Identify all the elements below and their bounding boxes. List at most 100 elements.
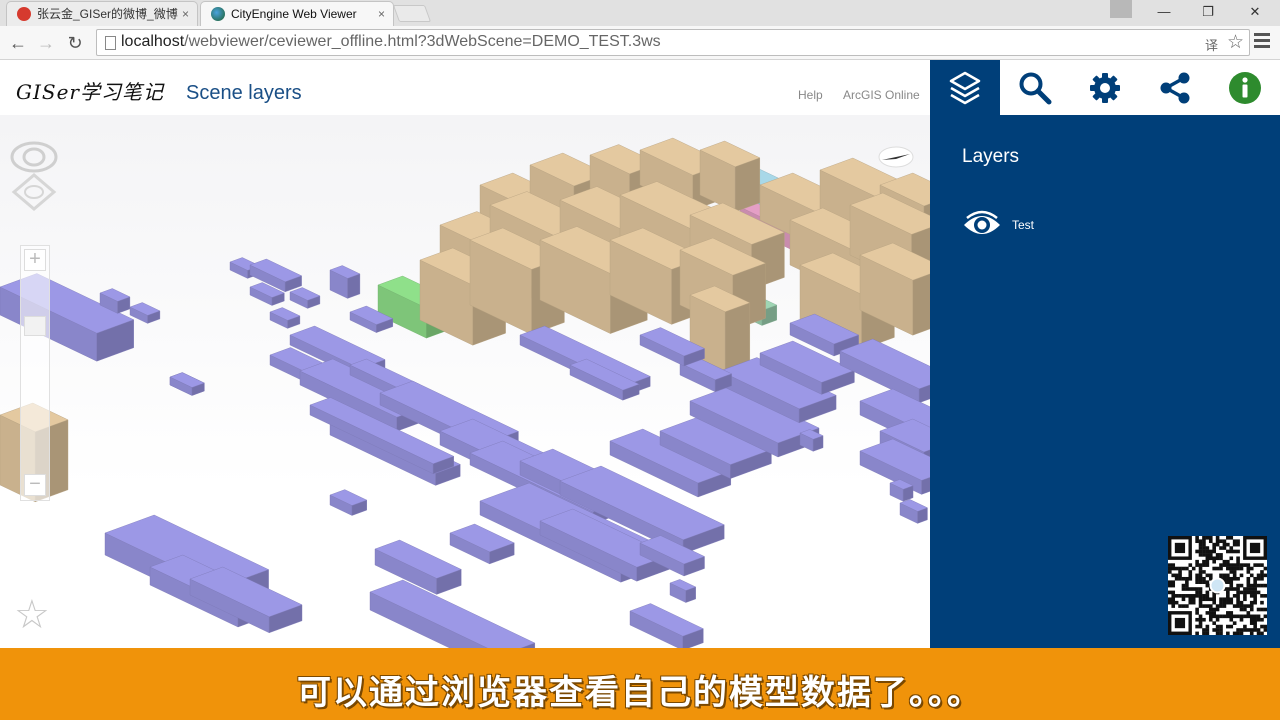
qr-module <box>1249 566 1254 571</box>
qr-module <box>1185 566 1189 571</box>
qr-module <box>1260 631 1264 635</box>
qr-module <box>1188 570 1193 574</box>
qr-module <box>1219 628 1223 632</box>
qr-module <box>1249 600 1254 605</box>
qr-module <box>1212 594 1216 598</box>
tab-info[interactable] <box>1210 60 1280 115</box>
qr-module <box>1260 583 1264 588</box>
qr-module <box>1205 553 1210 557</box>
qr-module <box>1246 628 1251 632</box>
city-3d-scene[interactable] <box>0 115 930 648</box>
globe-favicon-icon <box>211 7 225 21</box>
close-window-button[interactable]: ✕ <box>1233 0 1277 26</box>
qr-module <box>1236 604 1240 608</box>
qr-module <box>1232 539 1237 544</box>
qr-module <box>1198 604 1203 608</box>
qr-module <box>1222 597 1227 602</box>
qr-module <box>1232 573 1237 578</box>
qr-module <box>1236 614 1240 619</box>
qr-module <box>1256 563 1261 567</box>
qr-module <box>1246 614 1251 619</box>
back-button[interactable]: ← <box>6 31 30 55</box>
layer-list-item[interactable]: Test <box>962 210 1034 240</box>
minimize-button[interactable]: — <box>1142 0 1186 26</box>
qr-module <box>1253 597 1257 602</box>
browser-tab-cityengine[interactable]: CityEngine Web Viewer × <box>200 1 394 26</box>
qr-module <box>1208 573 1213 578</box>
url-text[interactable]: localhost/webviewer/ceviewer_offline.htm… <box>121 33 661 51</box>
qr-module <box>1232 587 1237 591</box>
tab-search[interactable] <box>1000 60 1070 115</box>
tab-close-icon[interactable]: × <box>378 2 385 26</box>
qr-module <box>1226 590 1230 595</box>
orbit-control-icon[interactable] <box>10 137 60 217</box>
qr-module <box>1256 614 1261 619</box>
profile-icon[interactable] <box>1110 0 1132 18</box>
browser-tab-weibo[interactable]: 张云金_GISer的微博_微博 × <box>6 1 198 26</box>
zoom-slider[interactable]: + − <box>20 245 50 501</box>
scene-viewport[interactable]: + − ☆ <box>0 115 930 648</box>
tab-close-icon[interactable]: × <box>182 2 189 26</box>
qr-module <box>1205 628 1210 632</box>
qr-module <box>1205 559 1210 564</box>
eye-visibility-icon[interactable] <box>962 210 1002 240</box>
qr-module <box>1226 597 1230 602</box>
qr-module <box>1202 549 1206 554</box>
qr-module <box>1174 566 1179 571</box>
qr-finder <box>1174 542 1186 554</box>
qr-module <box>1239 583 1244 588</box>
forward-button[interactable]: → <box>34 31 58 55</box>
qr-module <box>1249 631 1254 635</box>
tab-layers[interactable] <box>930 60 1000 115</box>
zoom-slider-handle[interactable] <box>24 316 46 336</box>
tab-share[interactable] <box>1140 60 1210 115</box>
subtitle-bar: 可以通过浏览器查看自己的模型数据了。。。 <box>0 648 1280 720</box>
restore-button[interactable]: ❐ <box>1186 0 1230 26</box>
qr-module <box>1232 604 1237 608</box>
qr-module <box>1202 576 1206 581</box>
arcgis-online-link[interactable]: ArcGIS Online <box>843 88 920 102</box>
qr-module <box>1249 590 1254 595</box>
qr-module <box>1215 624 1220 629</box>
qr-module <box>1188 563 1193 567</box>
qr-module <box>1171 590 1176 595</box>
qr-module <box>1260 607 1264 612</box>
address-bar[interactable]: localhost/webviewer/ceviewer_offline.htm… <box>96 29 1250 56</box>
qr-module <box>1253 590 1257 595</box>
compass-icon[interactable] <box>876 145 916 169</box>
qr-module <box>1236 594 1240 598</box>
browser-tab-strip: 张云金_GISer的微博_微博 × CityEngine Web Viewer … <box>0 0 1280 26</box>
qr-module <box>1236 542 1240 547</box>
tab-settings[interactable] <box>1070 60 1140 115</box>
qr-module <box>1253 563 1257 567</box>
reload-button[interactable]: ↻ <box>63 31 87 55</box>
qr-module <box>1243 607 1247 612</box>
qr-module <box>1168 600 1172 605</box>
zoom-in-button[interactable]: + <box>24 249 46 271</box>
qr-module <box>1195 590 1199 595</box>
qr-module <box>1243 587 1247 591</box>
qr-module <box>1263 573 1267 578</box>
bookmark-star-icon[interactable]: ☆ <box>1227 31 1244 54</box>
qr-module <box>1202 546 1206 550</box>
browser-menu-icon[interactable] <box>1254 33 1270 51</box>
qr-module <box>1226 624 1230 629</box>
translate-icon[interactable]: 译 <box>1205 35 1218 54</box>
qr-module <box>1212 556 1216 561</box>
qr-module <box>1205 631 1210 635</box>
qr-module <box>1226 580 1230 584</box>
qr-module <box>1243 624 1247 629</box>
bookmark-star-icon[interactable]: ☆ <box>14 595 50 635</box>
zoom-out-button[interactable]: − <box>24 474 46 496</box>
qr-module <box>1202 570 1206 574</box>
qr-module <box>1246 566 1251 571</box>
new-tab-button[interactable] <box>392 5 432 22</box>
qr-module <box>1246 611 1251 615</box>
qr-module <box>1205 536 1210 540</box>
qr-module <box>1236 563 1240 567</box>
qr-module <box>1215 566 1220 571</box>
qr-module <box>1219 563 1223 567</box>
help-link[interactable]: Help <box>798 88 823 102</box>
qr-module <box>1229 597 1234 602</box>
qr-module <box>1256 607 1261 612</box>
